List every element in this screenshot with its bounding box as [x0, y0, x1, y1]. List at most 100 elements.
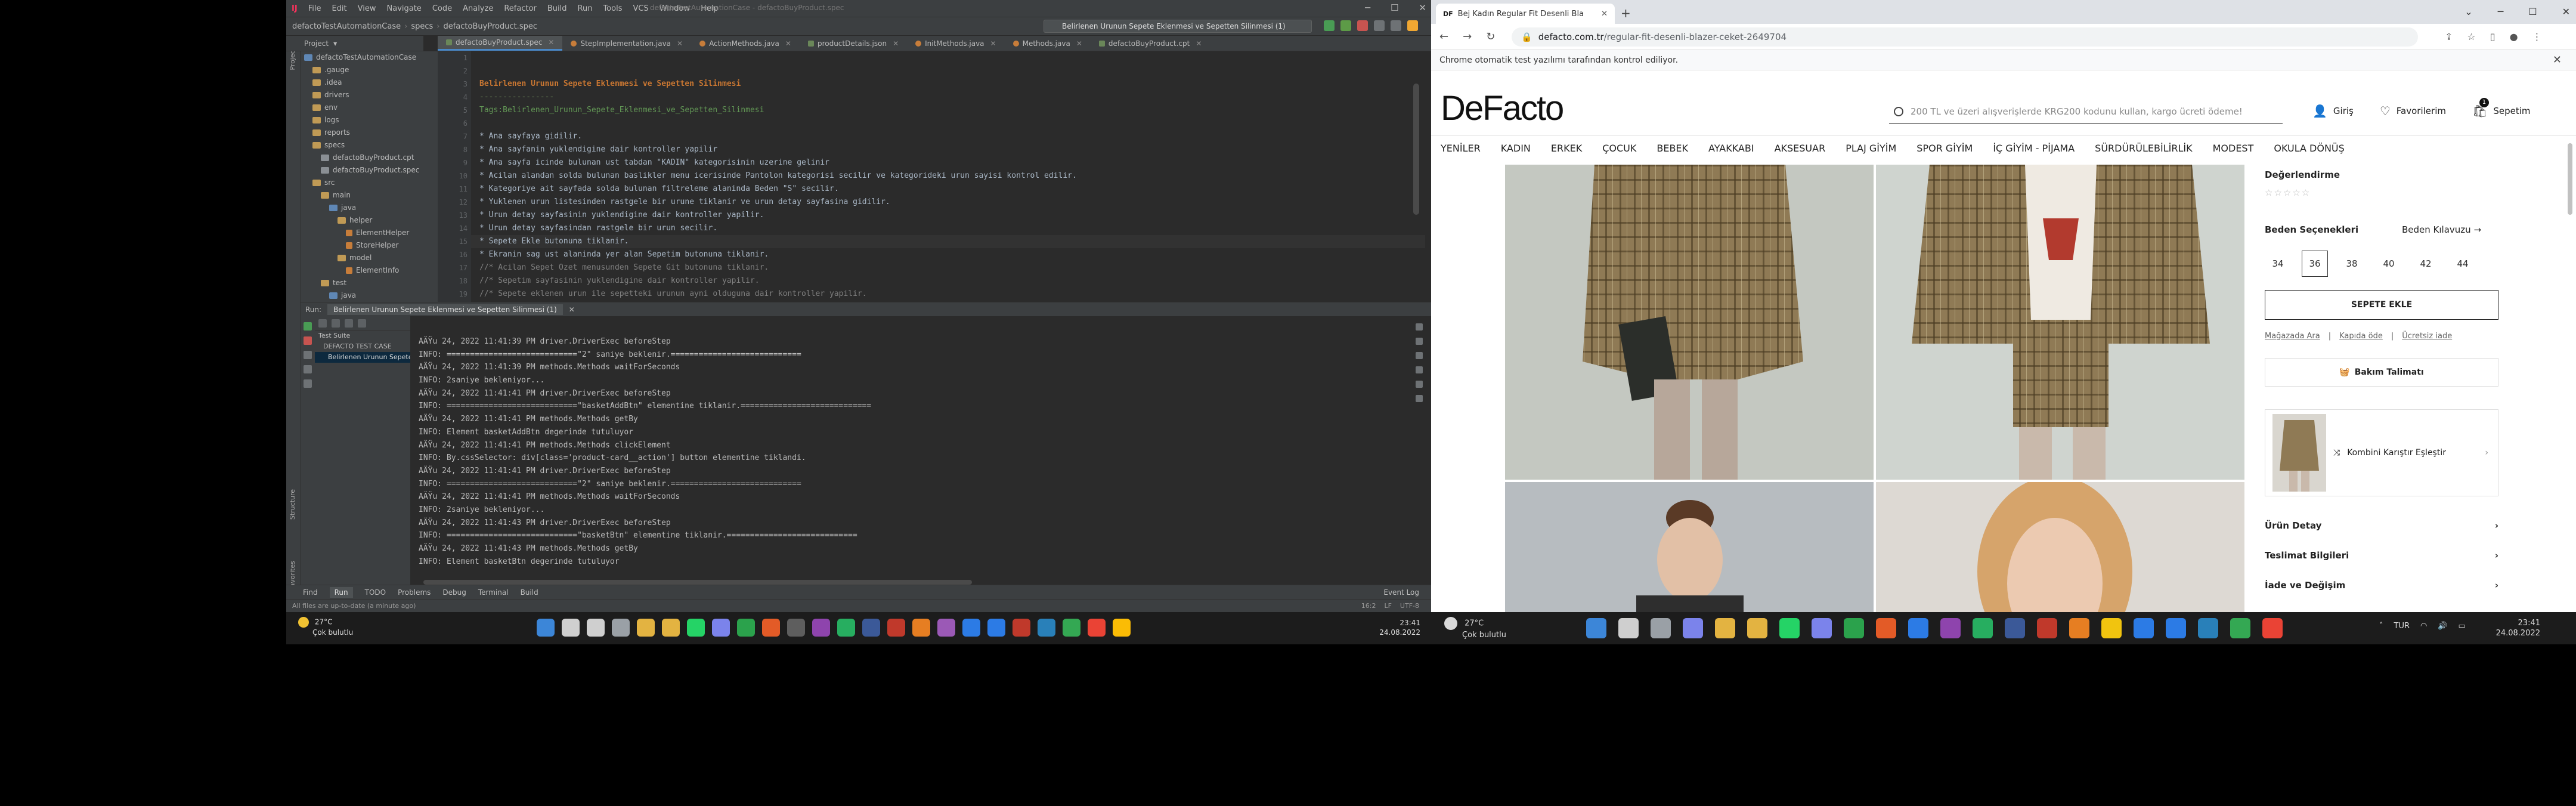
- menu-item-file[interactable]: File: [303, 4, 327, 13]
- search-icon[interactable]: [1391, 20, 1401, 31]
- taskbar-app-icon[interactable]: [1088, 619, 1106, 637]
- taskbar-app-icon[interactable]: [562, 619, 580, 637]
- taskbar-app-icon[interactable]: [1013, 619, 1030, 637]
- menu-item-build[interactable]: Build: [542, 4, 572, 13]
- tool-tab-debug[interactable]: Debug: [442, 588, 466, 597]
- close-icon[interactable]: ✕: [1419, 2, 1426, 13]
- pay-at-door-link[interactable]: Kapıda öde: [2339, 332, 2383, 341]
- size-option[interactable]: 38: [2339, 251, 2365, 277]
- close-tab-icon[interactable]: ✕: [785, 36, 791, 51]
- address-bar[interactable]: 🔒 defacto.com.tr /regular-fit-desenli-bl…: [1512, 27, 2418, 47]
- favorites-button[interactable]: ♡ Favorilerim: [2380, 104, 2446, 118]
- tree-item[interactable]: specs: [301, 139, 438, 152]
- run-console[interactable]: AÄŸu 24, 2022 11:41:39 PM driver.DriverE…: [410, 316, 1407, 585]
- care-instructions-button[interactable]: 🧺 Bakım Talimatı: [2265, 358, 2498, 387]
- taskbar-app-icon[interactable]: [1973, 618, 1993, 638]
- code-line[interactable]: Belirlenen Urunun Sepete Eklenmesi ve Se…: [471, 78, 1425, 91]
- tree-item[interactable]: java: [301, 202, 438, 214]
- category-link[interactable]: SÜRDÜRÜLEBİLİRLİK: [2095, 143, 2192, 154]
- tree-item[interactable]: env: [301, 101, 438, 114]
- taskbar-app-icon[interactable]: [537, 619, 555, 637]
- editor-tab[interactable]: productDetails.json ✕: [800, 36, 907, 51]
- scroll-down-icon[interactable]: [1416, 338, 1423, 345]
- close-tab-icon[interactable]: ✕: [893, 36, 899, 51]
- menu-item-view[interactable]: View: [352, 4, 382, 13]
- category-link[interactable]: BEBEK: [1657, 143, 1688, 154]
- size-option[interactable]: 44: [2450, 251, 2476, 277]
- editor-tab[interactable]: ActionMethods.java ✕: [691, 36, 800, 51]
- tree-item[interactable]: model: [301, 252, 438, 264]
- size-option[interactable]: 34: [2265, 251, 2291, 277]
- test-tree-item[interactable]: DEFACTO TEST CASE: [315, 341, 410, 352]
- product-image[interactable]: [1505, 482, 1874, 612]
- taskbar-app-icon[interactable]: [1683, 618, 1703, 638]
- tool-tab-terminal[interactable]: Terminal: [478, 588, 509, 597]
- category-link[interactable]: İÇ GİYİM - PİJAMA: [1993, 143, 2075, 154]
- taskbar-app-icon[interactable]: [612, 619, 630, 637]
- tree-item[interactable]: ElementInfo: [301, 264, 438, 277]
- run-icon[interactable]: [1324, 20, 1335, 31]
- tree-item[interactable]: .idea: [301, 76, 438, 89]
- cursor-position[interactable]: 16:2: [1361, 602, 1376, 610]
- taskbar-app-icon[interactable]: [1651, 618, 1671, 638]
- category-link[interactable]: SPOR GİYİM: [1916, 143, 1973, 154]
- volume-icon[interactable]: 🔊: [2438, 622, 2447, 631]
- menu-item-run[interactable]: Run: [572, 4, 598, 13]
- code-line[interactable]: * Kategoriye ait sayfada solda bulunan f…: [471, 183, 1425, 196]
- console-horizontal-scrollbar[interactable]: [423, 580, 972, 585]
- accordion-product-detail[interactable]: Ürün Detay ›: [2265, 520, 2498, 531]
- layout-icon[interactable]: [304, 379, 312, 388]
- new-tab-button[interactable]: +: [1621, 6, 1631, 20]
- code-line[interactable]: * Urun detay sayfasinin yuklendigine dai…: [471, 209, 1425, 222]
- taskbar-app-icon[interactable]: [1908, 618, 1928, 638]
- tool-tab-build[interactable]: Build: [521, 588, 538, 597]
- stop-icon[interactable]: [304, 336, 312, 345]
- rerun-icon[interactable]: [304, 322, 312, 331]
- debug-icon[interactable]: [1340, 20, 1351, 31]
- stop-icon[interactable]: [1357, 20, 1368, 31]
- more-icon[interactable]: ⋮: [2532, 31, 2542, 42]
- structure-tool-tab[interactable]: Structure: [289, 489, 296, 520]
- file-encoding[interactable]: UTF-8: [1400, 602, 1419, 610]
- taskbar-app-icon[interactable]: [1063, 619, 1080, 637]
- category-link[interactable]: AKSESUAR: [1775, 143, 1826, 154]
- weather-widget[interactable]: 27°C Çok bulutlu: [1444, 617, 1506, 640]
- category-link[interactable]: PLAJ GİYİM: [1846, 143, 1896, 154]
- soft-wrap-icon[interactable]: [1416, 352, 1423, 359]
- taskbar-app-icon[interactable]: [687, 619, 705, 637]
- breadcrumb-item[interactable]: specs: [411, 22, 433, 31]
- update-icon[interactable]: [1407, 20, 1418, 31]
- taskbar-app-icon[interactable]: [2037, 618, 2057, 638]
- sort-icon[interactable]: [345, 319, 353, 328]
- close-icon[interactable]: ✕: [2562, 6, 2570, 17]
- tree-item[interactable]: main: [301, 189, 438, 202]
- rating-stars[interactable]: ☆☆☆☆☆: [2265, 187, 2311, 198]
- category-link[interactable]: KADIN: [1501, 143, 1531, 154]
- product-image[interactable]: [1505, 165, 1874, 480]
- size-option[interactable]: 42: [2413, 251, 2439, 277]
- category-link[interactable]: OKULA DÖNÜŞ: [2274, 143, 2344, 154]
- tool-tab-todo[interactable]: TODO: [365, 588, 386, 597]
- taskbar-app-icon[interactable]: [1113, 619, 1131, 637]
- code-line[interactable]: * Urun detay sayfasindan rastgele bir ur…: [471, 222, 1425, 235]
- code-line[interactable]: [471, 64, 1425, 78]
- close-tab-icon[interactable]: ✕: [1601, 10, 1608, 18]
- close-icon[interactable]: ✕: [2553, 54, 2562, 66]
- size-guide-link[interactable]: Beden Kılavuzu →: [2402, 224, 2481, 235]
- trash-icon[interactable]: [1416, 395, 1423, 402]
- category-link[interactable]: MODEST: [2213, 143, 2254, 154]
- product-image[interactable]: [1876, 165, 2244, 480]
- test-tree-item[interactable]: Test Suite: [315, 331, 410, 341]
- chevron-down-icon[interactable]: ▾: [333, 39, 337, 48]
- find-in-store-link[interactable]: Mağazada Ara: [2265, 332, 2320, 341]
- maximize-icon[interactable]: ☐: [2528, 6, 2537, 17]
- login-button[interactable]: 👤 Giriş: [2312, 104, 2354, 118]
- site-search-input[interactable]: 200 TL ve üzeri alışverişlerde KRG200 ko…: [1889, 99, 2283, 124]
- browser-tab[interactable]: DF Bej Kadın Regular Fit Desenli Bla ✕: [1436, 4, 1615, 24]
- editor-tab[interactable]: Methods.java ✕: [1005, 36, 1091, 51]
- taskbar-app-icon[interactable]: [962, 619, 980, 637]
- project-view-select[interactable]: Project: [304, 39, 329, 48]
- code-line[interactable]: * Yuklenen urun listesinden rastgele bir…: [471, 196, 1425, 209]
- code-line[interactable]: //* Sepete eklenen urun ile sepetteki ur…: [471, 288, 1425, 301]
- tree-item[interactable]: src: [301, 177, 438, 189]
